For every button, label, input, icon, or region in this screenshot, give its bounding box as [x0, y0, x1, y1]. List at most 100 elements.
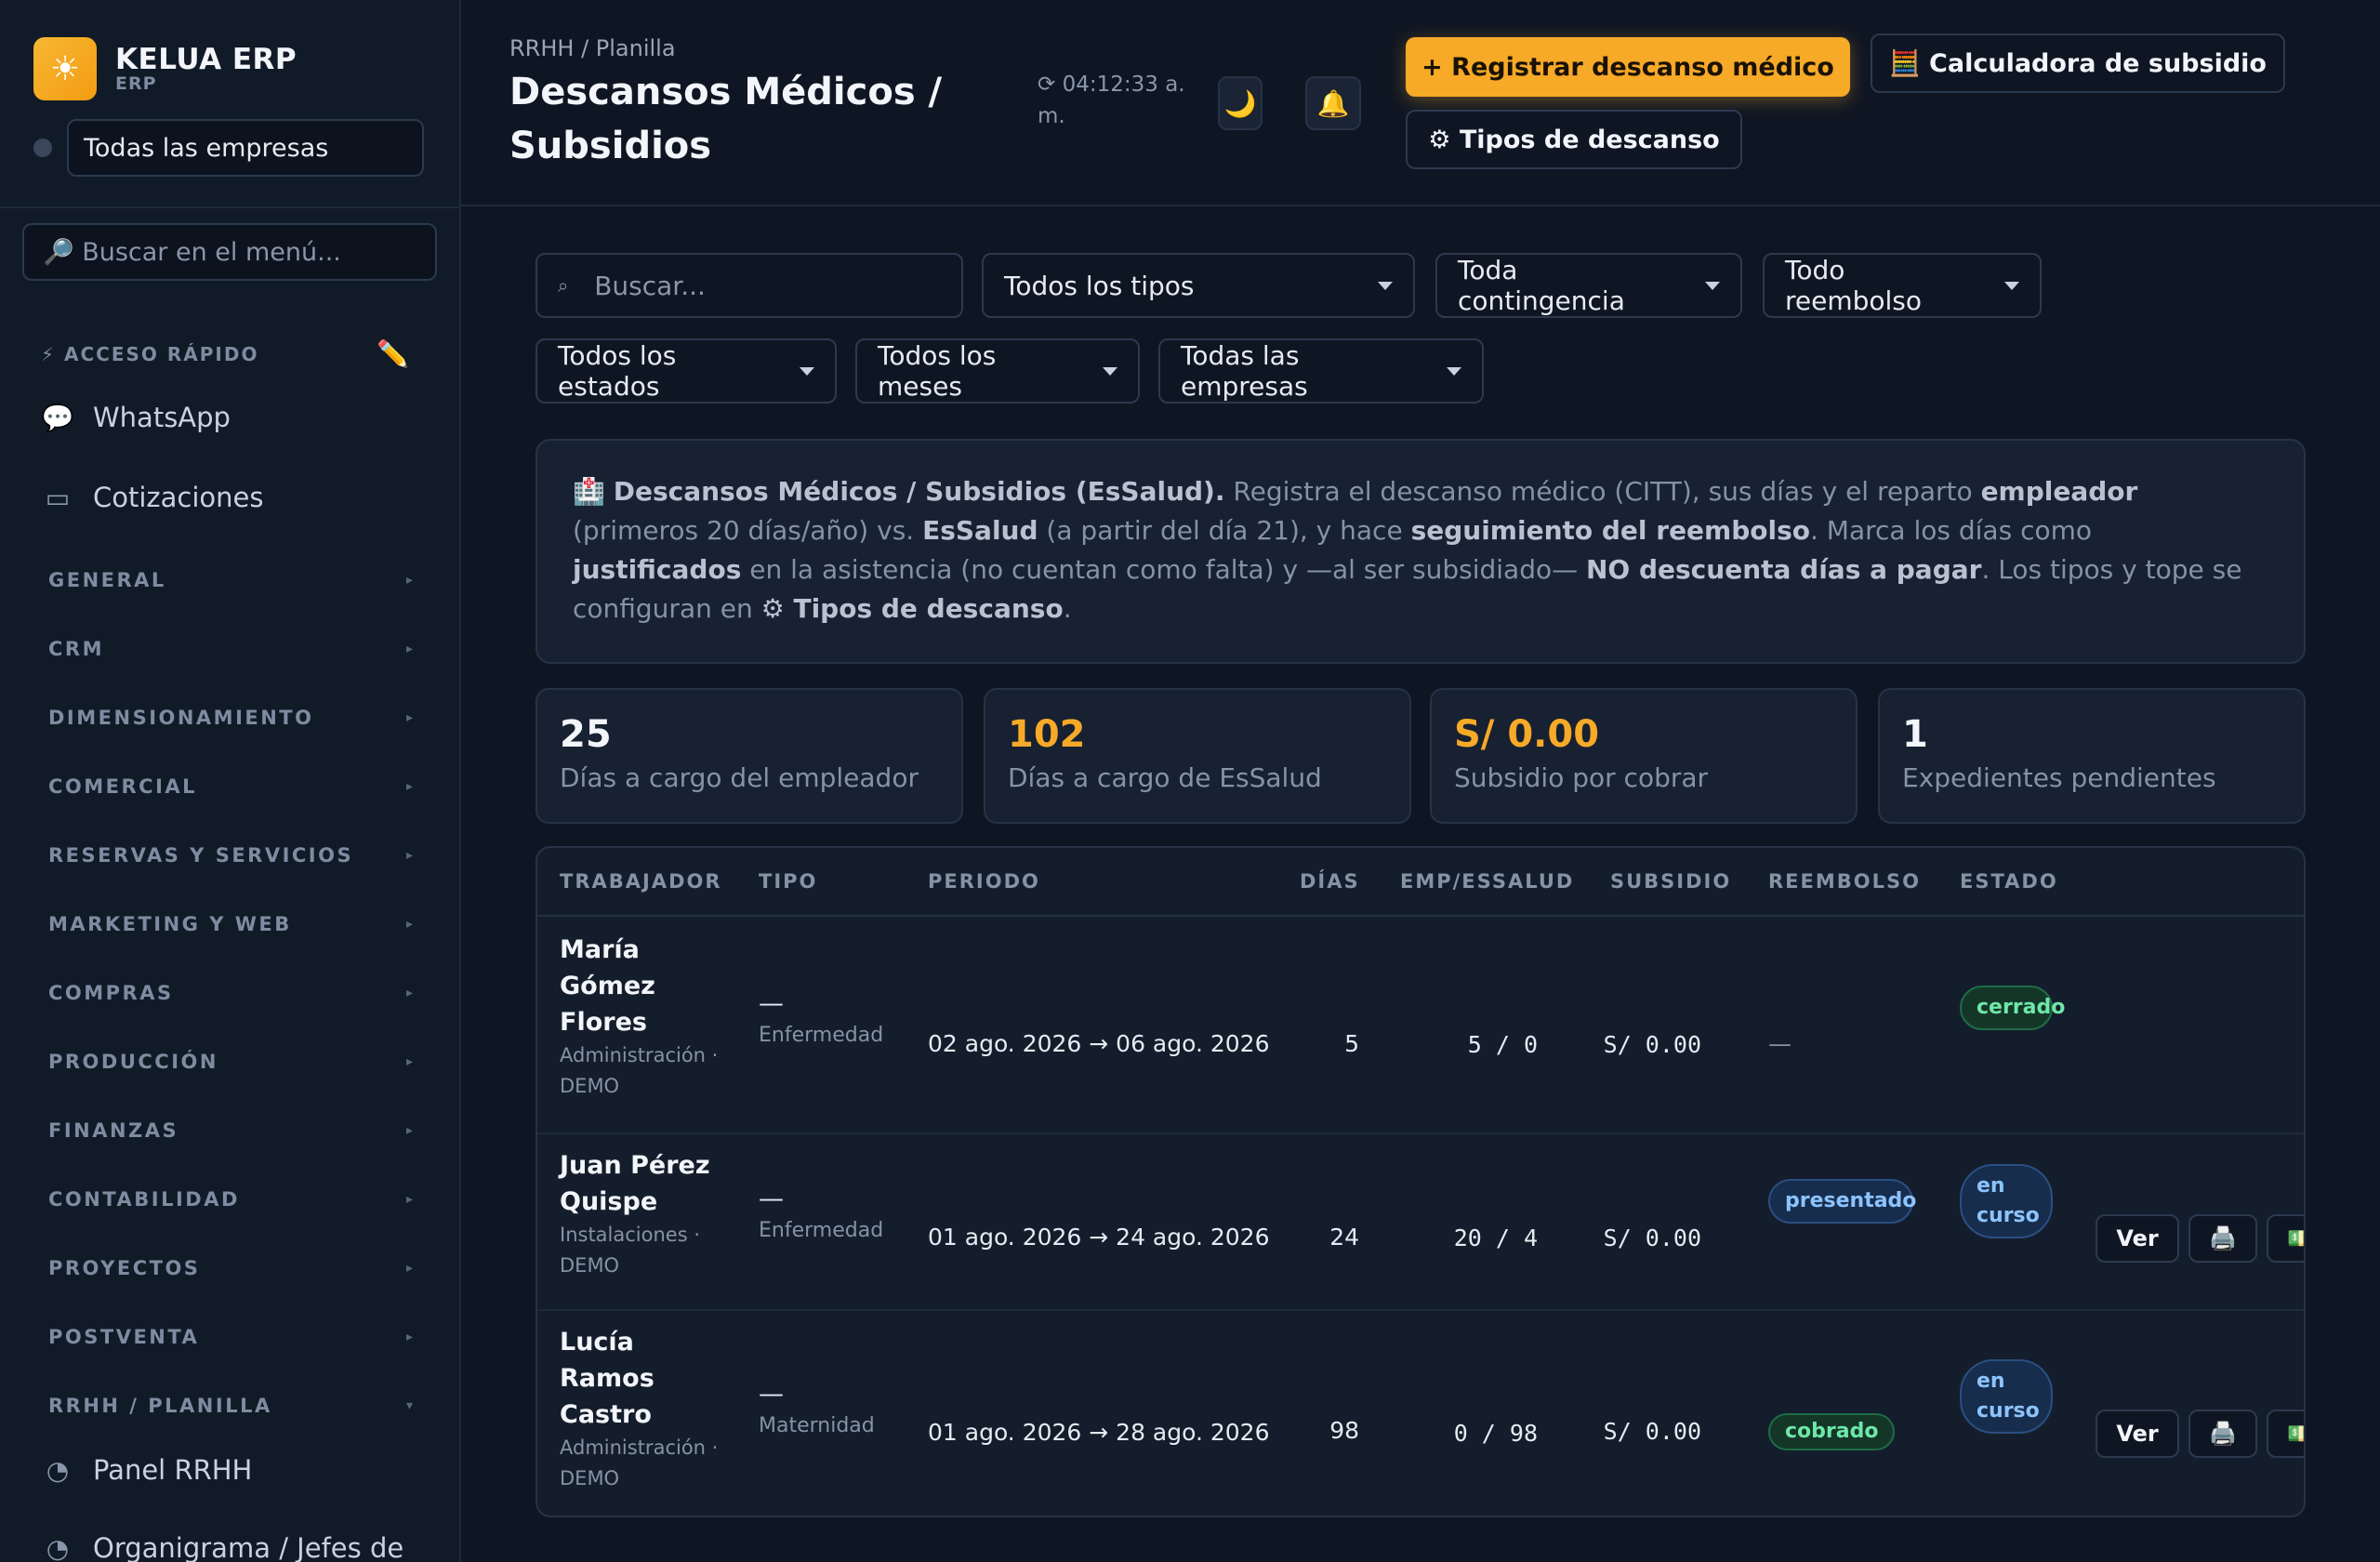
stat-card-employer-days: 25 Días a cargo del empleador	[536, 688, 963, 824]
row-divider	[537, 1309, 2304, 1311]
stat-label: Subsidio por cobrar	[1454, 762, 1709, 793]
status-badge: en curso	[1960, 1359, 2053, 1434]
sidebar: ☀ KELUA ERP ERP Todas las empresas 🔎 Bus…	[0, 0, 461, 1562]
sun-icon: ☀	[33, 37, 97, 100]
section-crm[interactable]: CRM ▸	[48, 638, 413, 660]
chevron-right-icon: ▸	[405, 1123, 413, 1138]
hospital-icon: 🏥	[573, 476, 605, 507]
sidebar-item-label: Cotizaciones	[93, 482, 264, 513]
stat-value: 102	[1008, 713, 1086, 756]
worker-name: Lucía Ramos Castro	[560, 1328, 654, 1429]
info-panel: 🏥 Descansos Médicos / Subsidios (EsSalud…	[536, 439, 2306, 664]
section-postventa[interactable]: POSTVENTA ▸	[48, 1326, 413, 1348]
subsidio-cell: S/ 0.00	[1603, 1224, 1701, 1251]
chevron-right-icon: ▸	[405, 1054, 413, 1069]
sidebar-item-whatsapp[interactable]: 💬 WhatsApp	[41, 402, 231, 433]
section-rrhh[interactable]: RRHH / PLANILLA ▾	[48, 1395, 413, 1417]
printer-icon[interactable]: 🖨️	[2188, 1410, 2257, 1458]
stat-value: 1	[1902, 713, 1928, 756]
column-header-reembolso[interactable]: REEMBOLSO	[1768, 848, 1921, 915]
row-divider	[537, 1132, 2304, 1134]
menu-search-input[interactable]: 🔎 Buscar en el menú...	[22, 223, 437, 281]
document-icon: ▭	[45, 482, 71, 513]
caret-down-icon	[800, 366, 814, 376]
dashboard-icon: ◔	[46, 1454, 70, 1486]
reembolso-badge: cobrado	[1768, 1413, 1896, 1450]
periodo-cell: 02 ago. 2026 → 06 ago. 2026	[928, 1030, 1270, 1057]
pencil-icon[interactable]: ✏️	[377, 338, 409, 369]
rest-types-link[interactable]: ⚙ Tipos de descanso	[761, 593, 1064, 624]
sidebar-item-label: Panel RRHH	[93, 1454, 253, 1486]
quick-access-label: ⚡ ACCESO RÁPIDO	[41, 342, 259, 365]
bell-icon[interactable]: 🔔	[1305, 76, 1361, 130]
stat-value: 25	[560, 713, 612, 756]
printer-icon[interactable]: 🖨️	[2188, 1214, 2257, 1263]
medical-rest-table: TRABAJADOR TIPO PERIODO DÍAS EMP/ESSALUD…	[536, 846, 2306, 1517]
filter-tipo-select[interactable]: Todos los tipos	[982, 253, 1415, 318]
worker-area: Instalaciones · DEMO	[560, 1224, 700, 1277]
filter-estado-select[interactable]: Todos los estados	[536, 338, 837, 404]
column-header-estado[interactable]: ESTADO	[1960, 848, 2058, 915]
section-compras[interactable]: COMPRAS ▸	[48, 982, 413, 1004]
filter-contingencia-select[interactable]: Toda contingencia	[1435, 253, 1742, 318]
sidebar-item-label: WhatsApp	[93, 402, 231, 433]
chevron-right-icon: ▸	[405, 710, 413, 725]
sidebar-item-organigrama[interactable]: ◔ Organigrama / Jefes de	[41, 1532, 403, 1562]
split-cell: 20 / 4	[1453, 1224, 1538, 1251]
money-icon[interactable]: 💵	[2267, 1214, 2304, 1263]
chevron-right-icon: ▸	[405, 848, 413, 863]
search-icon: ⌕	[558, 274, 569, 297]
section-comercial[interactable]: COMERCIAL ▸	[48, 775, 413, 798]
stat-label: Expedientes pendientes	[1902, 762, 2216, 793]
column-header-subsidio[interactable]: SUBSIDIO	[1610, 848, 1731, 915]
section-contabilidad[interactable]: CONTABILIDAD ▸	[48, 1188, 413, 1211]
section-general[interactable]: GENERAL ▸	[48, 569, 413, 591]
section-produccion[interactable]: PRODUCCIÓN ▸	[48, 1051, 413, 1073]
money-icon[interactable]: 💵	[2267, 1410, 2304, 1458]
dias-cell: 5	[1344, 1030, 1359, 1057]
rest-types-button[interactable]: ⚙ Tipos de descanso	[1406, 110, 1742, 169]
section-reservas[interactable]: RESERVAS Y SERVICIOS ▸	[48, 844, 413, 867]
clock: ⟳ 04:12:33 a. m.	[1038, 73, 1185, 128]
brand-name: KELUA ERP	[115, 43, 298, 77]
section-finanzas[interactable]: FINANZAS ▸	[48, 1119, 413, 1142]
view-button[interactable]: Ver	[2096, 1214, 2179, 1263]
view-button[interactable]: Ver	[2096, 1410, 2179, 1458]
section-dimensionamiento[interactable]: DIMENSIONAMIENTO ▸	[48, 707, 413, 729]
brand[interactable]: ☀ KELUA ERP ERP	[33, 37, 297, 100]
sidebar-item-cotizaciones[interactable]: ▭ Cotizaciones	[41, 482, 264, 513]
column-header-trabajador[interactable]: TRABAJADOR	[560, 848, 722, 915]
subsidy-calculator-button[interactable]: 🧮 Calculadora de subsidio	[1871, 33, 2285, 93]
section-proyectos[interactable]: PROYECTOS ▸	[48, 1257, 413, 1279]
search-input[interactable]: ⌕ Buscar...	[536, 253, 963, 318]
worker-area: Administración · DEMO	[560, 1436, 719, 1489]
worker-name: María Gómez Flores	[560, 935, 655, 1037]
moon-icon[interactable]: 🌙	[1218, 76, 1263, 130]
sidebar-item-label: Organigrama / Jefes de	[93, 1532, 404, 1562]
sidebar-item-panel-rrhh[interactable]: ◔ Panel RRHH	[41, 1454, 253, 1486]
worker-cell: Lucía Ramos Castro Administración · DEMO	[560, 1324, 736, 1494]
register-rest-button[interactable]: + Registrar descanso médico	[1406, 37, 1850, 97]
filter-empresa-select[interactable]: Todas las empresas	[1158, 338, 1484, 404]
caret-down-icon	[1103, 366, 1117, 376]
filter-mes-select[interactable]: Todos los meses	[855, 338, 1140, 404]
breadcrumb[interactable]: RRHH / Planilla	[509, 35, 676, 61]
page-title: Descansos Médicos / Subsidios	[509, 71, 943, 167]
chat-icon: 💬	[41, 402, 74, 433]
dias-cell: 98	[1329, 1417, 1359, 1444]
caret-down-icon	[2004, 281, 2019, 290]
periodo-cell: 01 ago. 2026 → 24 ago. 2026	[928, 1224, 1270, 1251]
column-header-emp-essalud[interactable]: EMP/ESSALUD	[1400, 848, 1574, 915]
org-icon: ◔	[46, 1532, 70, 1562]
subsidio-cell: S/ 0.00	[1603, 1418, 1701, 1445]
column-header-dias[interactable]: DÍAS	[1300, 848, 1360, 915]
tipo-cell: — Enfermedad	[759, 1185, 884, 1242]
company-select[interactable]: Todas las empresas	[67, 119, 424, 177]
filter-reembolso-select[interactable]: Todo reembolso	[1763, 253, 2042, 318]
worker-name: Juan Pérez Quispe	[560, 1151, 710, 1216]
split-cell: 0 / 98	[1453, 1420, 1538, 1447]
subsidio-cell: S/ 0.00	[1603, 1031, 1701, 1058]
column-header-tipo[interactable]: TIPO	[759, 848, 817, 915]
column-header-periodo[interactable]: PERIODO	[928, 848, 1040, 915]
section-marketing[interactable]: MARKETING Y WEB ▸	[48, 913, 413, 935]
